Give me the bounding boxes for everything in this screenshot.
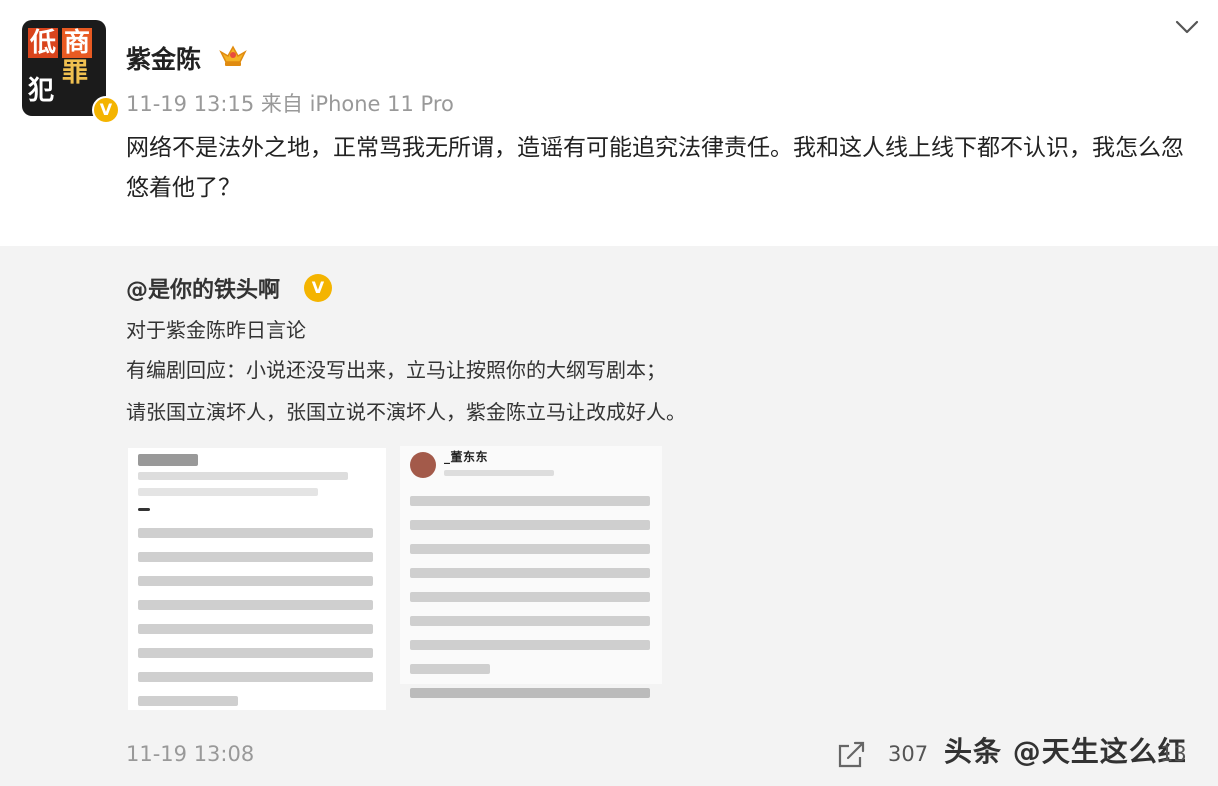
repost-text-line: 请张国立演坏人，张国立说不演坏人，紫金陈立马让改成好人。 <box>126 400 686 424</box>
verified-icon: V <box>92 96 120 124</box>
verified-icon: V <box>304 274 332 302</box>
post-meta: 11-19 13:15 来自 iPhone 11 Pro <box>126 92 454 116</box>
crown-icon <box>219 45 247 66</box>
share-icon[interactable] <box>836 740 868 770</box>
like-count[interactable]: 13 <box>1160 742 1187 766</box>
post-content: 网络不是法外之地，正常骂我无所谓，造谣有可能追究法律责任。我和这人线上线下都不认… <box>126 135 1184 201</box>
screenshot-username: _董东东 <box>444 450 489 464</box>
avatar <box>410 452 436 478</box>
screenshot-thumbnail[interactable]: _董东东 <box>400 446 662 710</box>
repost-text-line: 对于紫金陈昨日言论 <box>126 318 306 342</box>
chevron-down-icon[interactable] <box>1174 16 1200 38</box>
avatar-text-3: 犯 <box>28 76 55 106</box>
repost-timestamp: 11-19 13:08 <box>126 742 255 766</box>
weibo-post: 低 商 犯 罪 V 紫金陈 11-19 13:15 来自 iPhone 11 P… <box>0 0 1218 246</box>
watermark: 头条 @天生这么红 <box>944 735 1187 768</box>
screenshot-thumbnail[interactable] <box>128 448 386 710</box>
repost-text-line: 有编剧回应：小说还没写出来，立马让按照你的大纲写剧本； <box>126 358 666 382</box>
avatar-text-2: 商 <box>62 28 93 58</box>
reposted-content[interactable]: @是你的铁头啊 V 对于紫金陈昨日言论 有编剧回应：小说还没写出来，立马让按照你… <box>0 246 1218 786</box>
avatar-text-4: 罪 <box>62 58 89 88</box>
avatar[interactable]: 低 商 犯 罪 V <box>22 20 120 124</box>
repost-username[interactable]: @是你的铁头啊 <box>126 272 280 304</box>
post-username[interactable]: 紫金陈 <box>126 40 201 76</box>
share-count[interactable]: 307 <box>888 742 928 766</box>
avatar-text-1: 低 <box>28 28 59 58</box>
